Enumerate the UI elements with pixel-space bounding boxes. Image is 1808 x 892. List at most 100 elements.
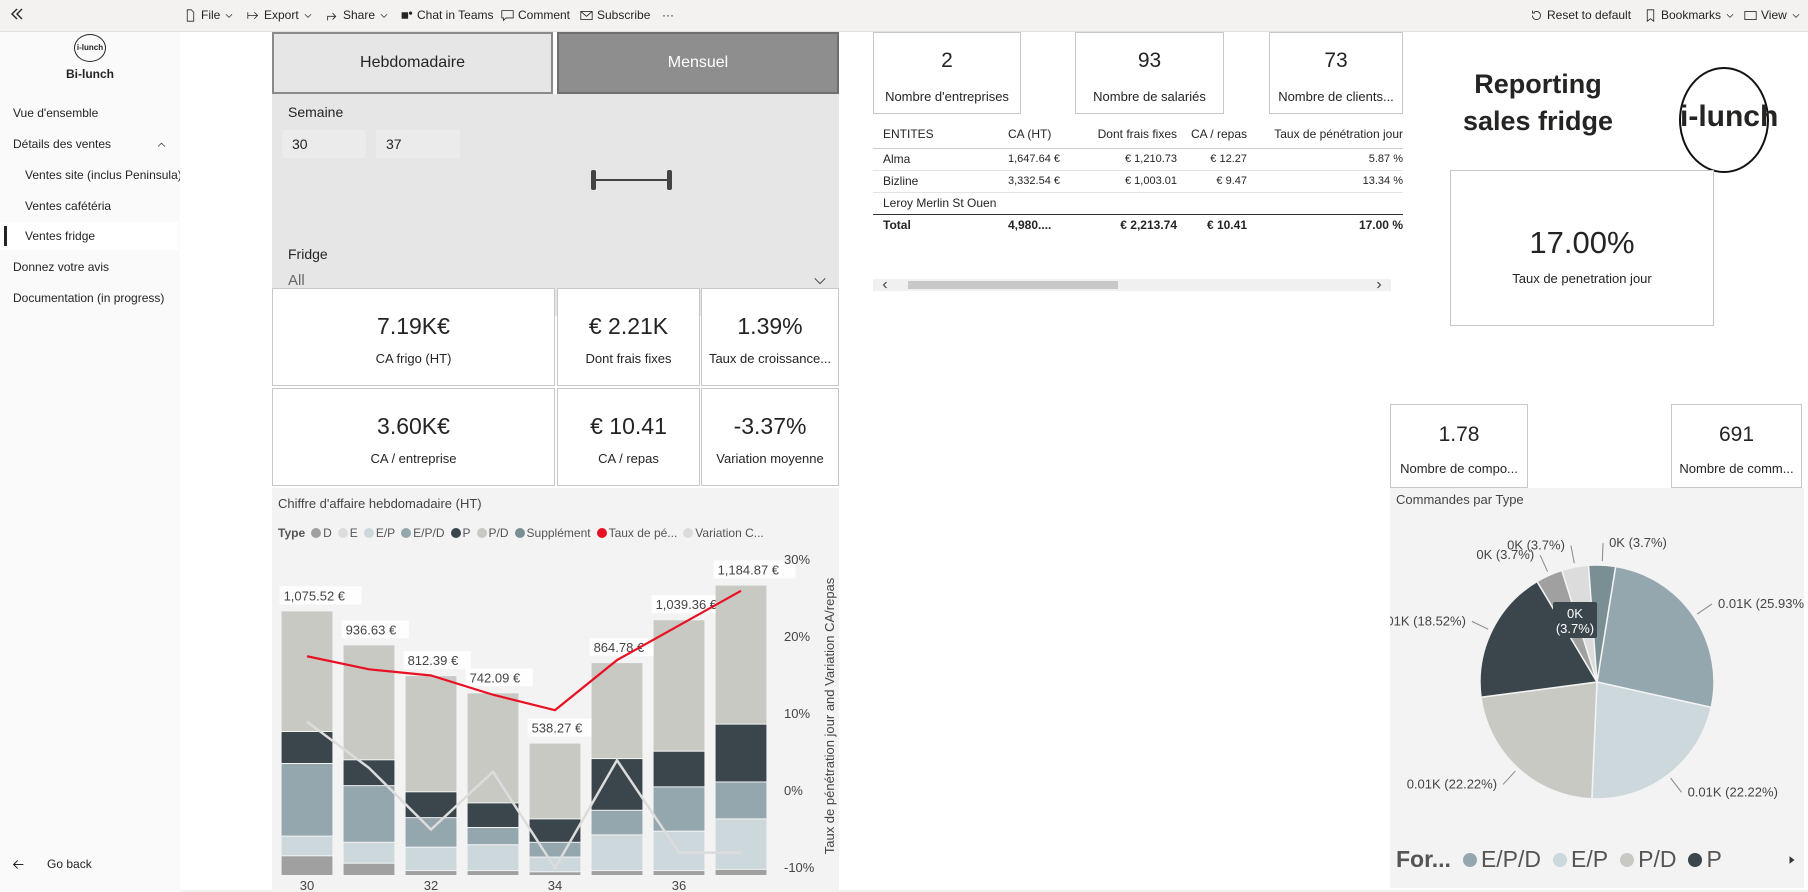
legend-item[interactable]: P/D (1620, 846, 1676, 873)
legend-label: E/P (1571, 846, 1609, 872)
nav-item-documentation[interactable]: Documentation (in progress) (0, 284, 178, 312)
bar-segment (467, 693, 519, 803)
file-label: File (201, 8, 221, 22)
table-header-cell[interactable]: Taux de pénétration jour (1247, 120, 1403, 148)
export-icon (247, 11, 259, 19)
bar-segment (591, 810, 643, 835)
nav-item-label: Ventes fridge (25, 229, 96, 243)
leader-line (1601, 543, 1604, 562)
chat-in-teams-button[interactable]: Chat in Teams (400, 8, 493, 22)
bookmarks-menu[interactable]: Bookmarks (1644, 8, 1735, 22)
weekly-chart-plot: 1,075.52 € 30 936.63 € 812.39 € 32 742.09 € 53… (279, 552, 837, 890)
bar-segment (529, 743, 581, 819)
chevron-down-icon (225, 13, 233, 18)
nav-item-ventes-cafeteria[interactable]: Ventes cafétéria (0, 192, 178, 220)
legend-label: E/P/D (1480, 846, 1542, 872)
kpi-frais-fixes-card: € 2.21K Dont frais fixes (557, 288, 700, 386)
chat-label: Chat in Teams (417, 8, 494, 22)
table-cell (1074, 192, 1177, 214)
data-label: 1,184.87 € (718, 563, 780, 578)
table-header-cell[interactable]: ENTITES (873, 120, 1008, 148)
bar-segment (653, 751, 705, 787)
table-cell: € 9.47 (1216, 175, 1247, 187)
bar-segment (405, 676, 457, 792)
nav-item-label: Détails des ventes (13, 137, 112, 151)
reset-to-default-button[interactable]: Reset to default (1530, 8, 1631, 22)
y2-axis-label: Taux de pénétration jour and Variation C… (822, 577, 837, 854)
reset-icon (1532, 10, 1541, 20)
legend-label: P (1706, 846, 1722, 872)
data-label: 0.01K (22.22%) (1688, 784, 1778, 799)
table-header-cell[interactable]: CA / repas (1177, 120, 1247, 148)
legend-marker (1553, 852, 1568, 867)
go-back-button[interactable]: Go back (12, 857, 92, 871)
kpi-composants-card: 1.78 Nombre de compo... (1390, 404, 1528, 488)
kpi-label: Dont frais fixes (585, 351, 672, 366)
collapse-nav-button[interactable] (9, 6, 25, 22)
bar-segment (529, 842, 581, 857)
bar-segment (343, 760, 395, 786)
week-to-input[interactable]: 37 (376, 130, 460, 158)
nav-item-vue-ensemble[interactable]: Vue d'ensemble (0, 99, 178, 127)
comment-button[interactable]: Comment (501, 8, 570, 22)
nav-item-donnez-avis[interactable]: Donnez votre avis (0, 253, 178, 281)
table-row[interactable]: Leroy Merlin St Ouen (873, 192, 1403, 214)
leader-line (1502, 770, 1516, 785)
bar-segment (467, 803, 519, 827)
monthly-toggle-button[interactable]: Mensuel (557, 32, 839, 94)
weekly-revenue-chart: Chiffre d'affaire hebdomadaire (HT) Type… (272, 488, 839, 890)
orders-by-type-chart: Commandes par Type 0.01K (25.93%) 0.01K (… (1390, 488, 1804, 888)
app-name: Bi-lunch (66, 67, 114, 81)
more-options-button[interactable]: ··· (662, 8, 674, 22)
data-label: 538.27 € (532, 721, 583, 736)
bar-segment (529, 872, 581, 875)
legend-item[interactable]: E/P (1553, 846, 1608, 873)
view-menu[interactable]: View (1744, 8, 1801, 22)
table-row[interactable]: Alma 1,647.64 € € 1,210.73 € 12.27 5.87 … (873, 148, 1403, 170)
export-menu[interactable]: Export (247, 8, 313, 22)
kpi-clients-card: 73 Nombre de clients... (1269, 32, 1403, 114)
kpi-commandes-card: 691 Nombre de comm... (1671, 404, 1802, 488)
pie-slice (1480, 681, 1598, 800)
legend-marker (1620, 852, 1635, 867)
chevron-left-icon (882, 281, 887, 289)
table-cell: 3,332.54 € (1008, 175, 1060, 187)
table-cell (1247, 192, 1403, 214)
scrollbar-thumb[interactable] (908, 281, 1118, 289)
table-horizontal-scrollbar[interactable] (873, 279, 1391, 291)
table-row[interactable]: Bizline 3,332.54 € € 1,003.01 € 9.47 13.… (873, 170, 1403, 192)
view-label: View (1761, 8, 1787, 22)
weekly-toggle-button[interactable]: Hebdomadaire (272, 32, 553, 94)
table-cell: € 12.27 (1210, 153, 1247, 165)
week-from-input[interactable]: 30 (282, 130, 366, 158)
nav-item-label: Donnez votre avis (13, 260, 110, 274)
share-menu[interactable]: Share (326, 8, 389, 22)
subscribe-button[interactable]: Subscribe (580, 8, 650, 22)
data-label: 742.09 € (470, 670, 521, 685)
week-range-handle-end[interactable] (667, 170, 672, 190)
kpi-value: 93 (1137, 49, 1162, 72)
nav-item-label: Vue d'ensemble (13, 106, 99, 120)
fridge-dropdown-value: All (288, 272, 305, 289)
bar-segment (467, 845, 519, 871)
bar-segment (715, 819, 767, 869)
bar-segment (467, 871, 519, 875)
table-cell: 13.34 % (1362, 175, 1403, 187)
chevron-right-icon[interactable] (1787, 854, 1797, 866)
kpi-ca-repas-card: € 10.41 CA / repas (557, 388, 700, 486)
table-cell: 17.00 % (1358, 218, 1403, 233)
legend-item[interactable]: E/P/D (1462, 846, 1542, 873)
file-menu[interactable]: File (184, 8, 234, 22)
nav-item-ventes-site[interactable]: Ventes site (inclus Peninsula) (0, 161, 182, 189)
kpi-value: 17.00% (1529, 225, 1635, 260)
week-range-handle-start[interactable] (591, 170, 596, 190)
kpi-croissance-card: 1.39% Taux de croissance... (701, 288, 839, 386)
table-header-cell[interactable]: Dont frais fixes (1074, 120, 1177, 148)
kpi-value: 691 (1718, 423, 1755, 446)
bar-segment (591, 663, 643, 759)
nav-item-ventes-fridge[interactable]: Ventes fridge (0, 222, 178, 250)
nav-item-details-ventes[interactable]: Détails des ventes (0, 130, 178, 158)
entities-table: ENTITES CA (HT) Dont frais fixes CA / re… (873, 120, 1403, 298)
legend-item[interactable]: P (1688, 846, 1722, 873)
table-header-cell[interactable]: CA (HT) (1008, 120, 1074, 148)
